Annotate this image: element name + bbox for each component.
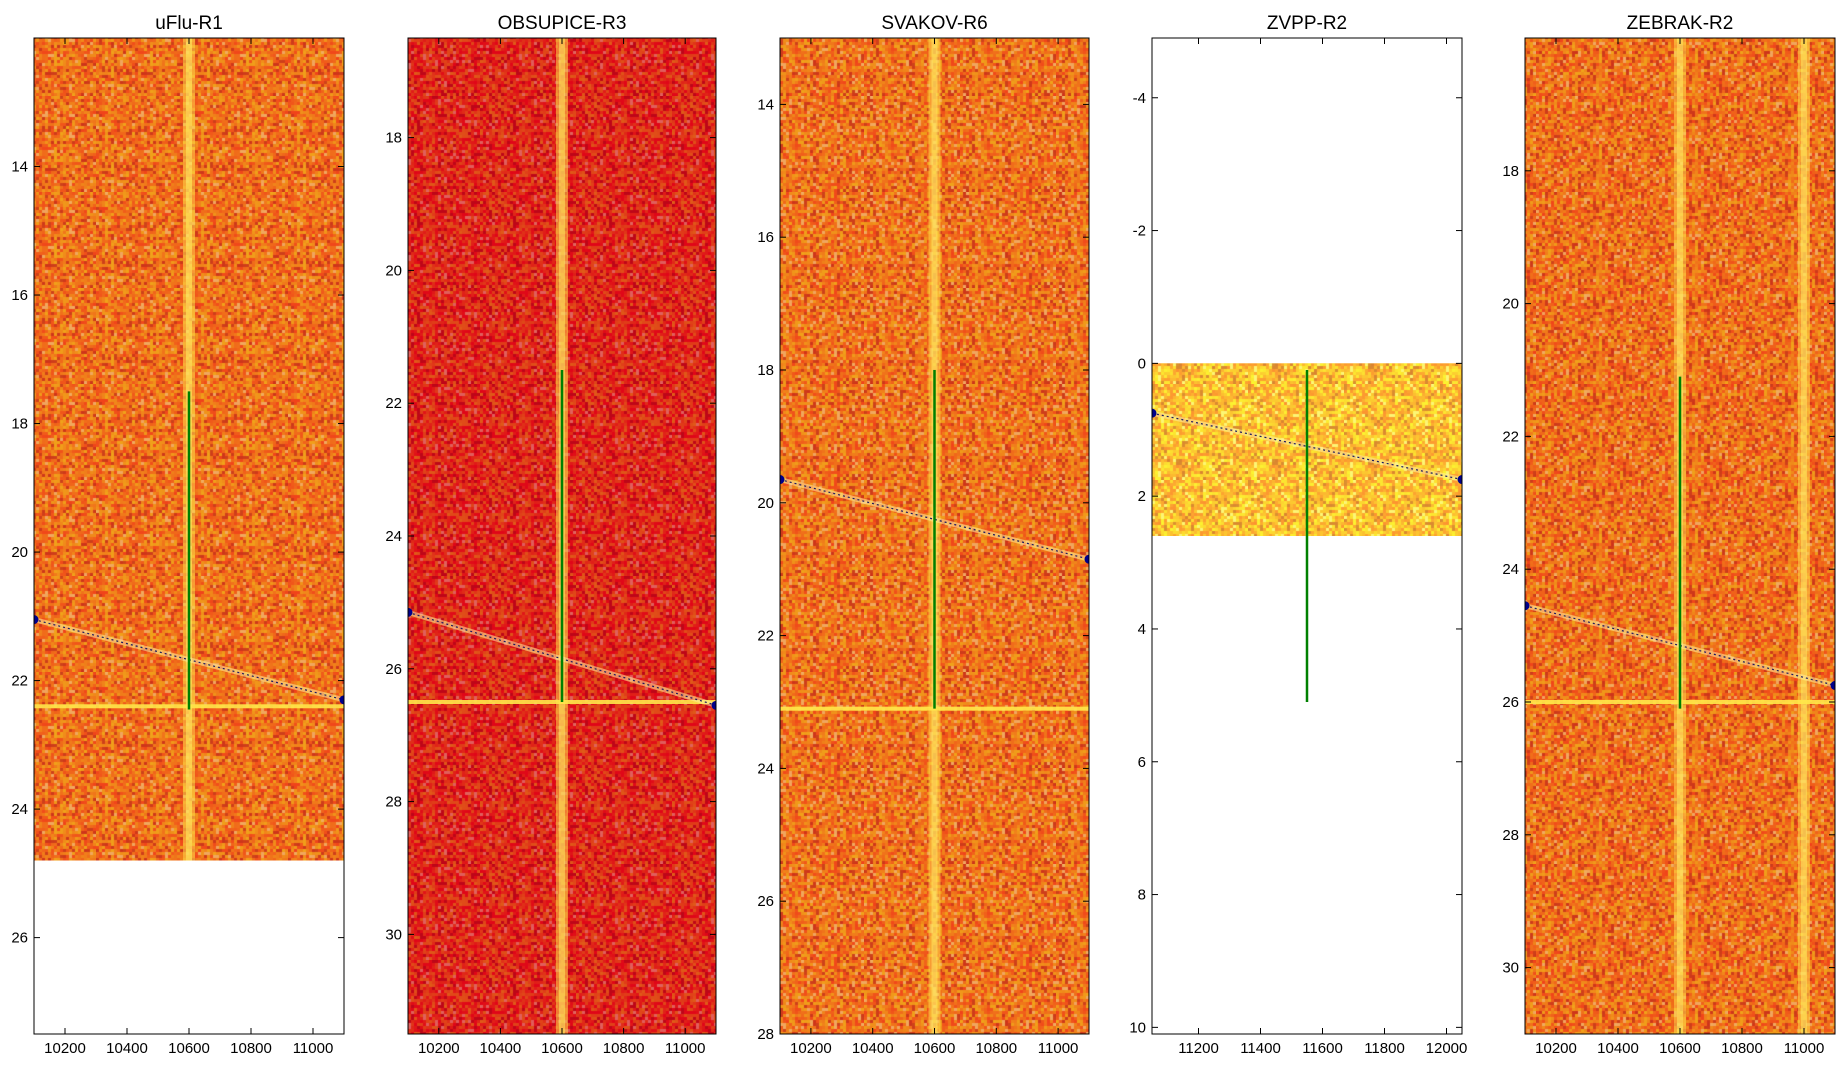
y-tick-label: 28 — [1502, 827, 1519, 844]
x-tick-label: 10800 — [975, 1040, 1017, 1057]
panel-obsupice-r3: OBSUPICE-R3 10200 10400 10600 10800 11000 18 20… — [385, 13, 717, 1057]
plot-area — [1525, 38, 1835, 1034]
x-tick-label: 11000 — [293, 1040, 334, 1057]
y-tick-label: 20 — [757, 495, 774, 512]
panel-zebrak-r2: ZEBRAK-R2 10200 10400 10600 10800 11000 18 20 22… — [1502, 13, 1836, 1057]
y-tick-label: 10 — [1129, 1019, 1146, 1036]
y-tick-label: 20 — [385, 262, 402, 279]
x-tick-label: 10600 — [914, 1040, 956, 1057]
x-tick-label: 10200 — [418, 1040, 460, 1057]
panel-title: uFlu-R1 — [155, 13, 223, 34]
y-tick-label: -4 — [1133, 90, 1146, 107]
y-tick-label: -2 — [1133, 223, 1146, 240]
x-tick-label: 10400 — [480, 1040, 522, 1057]
figure: uFlu-R110200 10400 10600 10800 1100014161820… — [11, 13, 1836, 1057]
x-tick-label: 10800 — [603, 1040, 645, 1057]
x-tick-label: 10200 — [790, 1040, 832, 1057]
panel-title: OBSUPICE-R3 — [498, 13, 627, 34]
y-tick-label: 30 — [385, 926, 402, 943]
y-tick-label: 24 — [385, 528, 402, 545]
x-tick-label: 11400 — [1240, 1040, 1281, 1057]
y-tick-label: 16 — [757, 229, 774, 246]
y-tick-label: 18 — [385, 130, 402, 147]
y-tick-label: 22 — [1502, 428, 1519, 445]
x-tick-label: 10400 — [1597, 1040, 1639, 1057]
y-tick-label: 18 — [1502, 163, 1519, 180]
y-tick-label: 6 — [1138, 754, 1146, 771]
x-tick-label: 10600 — [1659, 1040, 1701, 1057]
y-tick-label: 24 — [757, 760, 774, 777]
y-tick-label: 24 — [11, 801, 28, 818]
y-tick-label: 26 — [11, 930, 28, 947]
y-tick-label: 28 — [385, 794, 402, 811]
y-tick-label: 24 — [1502, 561, 1519, 578]
y-tick-label: 26 — [1502, 694, 1519, 711]
plot-area — [34, 38, 344, 861]
y-tick-label: 16 — [11, 287, 28, 304]
panel-svakov-r6: SVAKOV-R6 10200 10400 10600 10800 11000 14 16 18… — [757, 13, 1090, 1057]
panel-uflu-r1: uFlu-R1 10200 10400 10600 10800 11000 14 16 18 20… — [11, 13, 345, 1057]
y-tick-label: 8 — [1138, 887, 1146, 904]
y-tick-label: 4 — [1138, 621, 1146, 638]
x-tick-label: 10200 — [1535, 1040, 1577, 1057]
y-tick-label: 30 — [1502, 960, 1519, 977]
x-tick-label: 10600 — [541, 1040, 583, 1057]
x-tick-label: 10600 — [168, 1040, 210, 1057]
y-tick-label: 22 — [11, 673, 28, 690]
y-tick-label: 22 — [757, 628, 774, 645]
plot-area — [408, 38, 716, 1034]
x-tick-label: 11000 — [1784, 1040, 1825, 1057]
y-tick-label: 20 — [11, 544, 28, 561]
plot-area — [1152, 363, 1462, 702]
x-tick-label: 10400 — [106, 1040, 148, 1057]
plot-area — [780, 38, 1089, 1034]
y-tick-label: 18 — [11, 416, 28, 433]
x-tick-label: 11000 — [665, 1040, 706, 1057]
y-tick-label: 20 — [1502, 296, 1519, 313]
x-tick-label: 12000 — [1426, 1040, 1468, 1057]
y-tick-label: 26 — [385, 661, 402, 678]
x-tick-label: 11800 — [1364, 1040, 1405, 1057]
y-tick-label: 2 — [1138, 488, 1146, 505]
x-tick-label: 11000 — [1038, 1040, 1079, 1057]
vertical-band-core — [1801, 38, 1807, 1034]
x-tick-label: 10400 — [852, 1040, 894, 1057]
x-tick-label: 11600 — [1302, 1040, 1343, 1057]
y-tick-label: 22 — [385, 395, 402, 412]
panel-title: ZEBRAK-R2 — [1627, 13, 1734, 34]
y-tick-label: 26 — [757, 893, 774, 910]
y-tick-label: 28 — [757, 1026, 774, 1043]
x-tick-label: 10800 — [230, 1040, 272, 1057]
panel-title: SVAKOV-R6 — [881, 13, 987, 34]
y-tick-label: 0 — [1138, 355, 1146, 372]
x-tick-label: 10200 — [44, 1040, 86, 1057]
panel-zvpp-r2: ZVPP-R2 11200 11400 11600 11800 12000 -4 -2 0 2 4 6… — [1129, 13, 1467, 1057]
panel-title: ZVPP-R2 — [1267, 13, 1347, 34]
y-tick-label: 14 — [11, 159, 28, 176]
y-tick-label: 18 — [757, 362, 774, 379]
y-tick-label: 14 — [757, 96, 774, 113]
x-tick-label: 11200 — [1178, 1040, 1219, 1057]
x-tick-label: 10800 — [1721, 1040, 1763, 1057]
